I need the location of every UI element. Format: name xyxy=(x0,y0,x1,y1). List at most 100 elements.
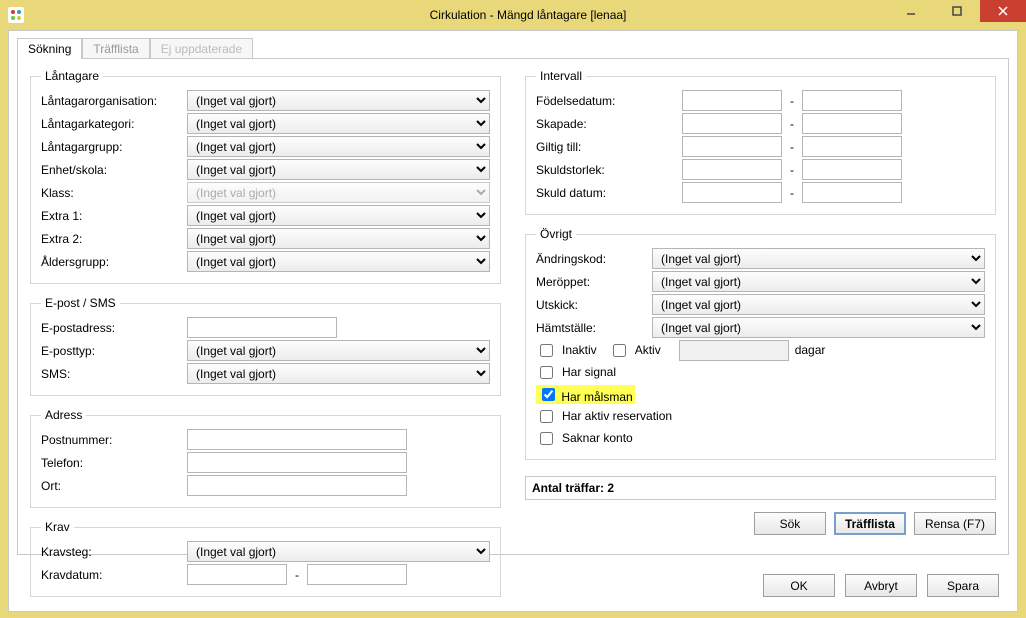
input-skuldstorlek-from[interactable] xyxy=(682,159,782,180)
label-har-malsman: Har målsman xyxy=(561,390,632,404)
checkbox-inaktiv[interactable] xyxy=(540,344,553,357)
group-epost: E-post / SMS E-postadress: E-posttyp:(In… xyxy=(30,296,501,396)
label-klass: Klass: xyxy=(41,186,181,200)
checkbox-har-malsman[interactable] xyxy=(542,388,555,401)
input-kravdatum-to[interactable] xyxy=(307,564,407,585)
label-skapade: Skapade: xyxy=(536,117,676,131)
label-postnr: Postnummer: xyxy=(41,433,181,447)
input-skapade-from[interactable] xyxy=(682,113,782,134)
label-har-aktiv-res: Har aktiv reservation xyxy=(562,409,672,423)
label-har-signal: Har signal xyxy=(562,365,616,379)
input-skuldstorlek-to[interactable] xyxy=(802,159,902,180)
combo-organisation[interactable]: (Inget val gjort) xyxy=(187,90,490,111)
label-utskick: Utskick: xyxy=(536,298,646,312)
input-skulddatum-to[interactable] xyxy=(802,182,902,203)
maximize-button[interactable] xyxy=(934,0,980,22)
label-aktiv: Aktiv xyxy=(635,343,661,357)
input-ort[interactable] xyxy=(187,475,407,496)
window-title: Cirkulation - Mängd låntagare [lenaa] xyxy=(30,8,1026,22)
group-lantagare: Låntagare Låntagarorganisation:(Inget va… xyxy=(30,69,501,284)
input-postnr[interactable] xyxy=(187,429,407,450)
combo-hamtstalle[interactable]: (Inget val gjort) xyxy=(652,317,985,338)
tab-trafflista[interactable]: Träfflista xyxy=(82,38,149,59)
checkbox-har-signal[interactable] xyxy=(540,366,553,379)
combo-sms[interactable]: (Inget val gjort) xyxy=(187,363,490,384)
group-krav: Krav Kravsteg:(Inget val gjort) Kravdatu… xyxy=(30,520,501,597)
dialog-button-row: OK Avbryt Spara xyxy=(763,574,999,597)
combo-grupp[interactable]: (Inget val gjort) xyxy=(187,136,490,157)
tab-strip: Sökning Träfflista Ej uppdaterade xyxy=(9,31,1017,58)
input-skapade-to[interactable] xyxy=(802,113,902,134)
right-column: Intervall Födelsedatum:- Skapade:- Gilti… xyxy=(525,69,996,544)
label-telefon: Telefon: xyxy=(41,456,181,470)
group-ovrigt: Övrigt Ändringskod:(Inget val gjort) Mer… xyxy=(525,227,996,460)
combo-meroppet[interactable]: (Inget val gjort) xyxy=(652,271,985,292)
legend-epost: E-post / SMS xyxy=(41,296,120,310)
result-count: Antal träffar: 2 xyxy=(525,476,996,500)
combo-utskick[interactable]: (Inget val gjort) xyxy=(652,294,985,315)
trafflista-button[interactable]: Träfflista xyxy=(834,512,906,535)
sok-button[interactable]: Sök xyxy=(754,512,826,535)
combo-kategori[interactable]: (Inget val gjort) xyxy=(187,113,490,134)
input-giltig-from[interactable] xyxy=(682,136,782,157)
label-ort: Ort: xyxy=(41,479,181,493)
rensa-button[interactable]: Rensa (F7) xyxy=(914,512,996,535)
ok-button[interactable]: OK xyxy=(763,574,835,597)
tab-page-sokning: Låntagare Låntagarorganisation:(Inget va… xyxy=(17,58,1009,555)
input-epostadress[interactable] xyxy=(187,317,337,338)
checkbox-saknar-konto[interactable] xyxy=(540,432,553,445)
minimize-button[interactable] xyxy=(888,0,934,22)
checkbox-har-aktiv-res[interactable] xyxy=(540,410,553,423)
label-hamtstalle: Hämtställe: xyxy=(536,321,646,335)
label-saknar-konto: Saknar konto xyxy=(562,431,633,445)
label-grupp: Låntagargrupp: xyxy=(41,140,181,154)
legend-krav: Krav xyxy=(41,520,74,534)
combo-kravsteg[interactable]: (Inget val gjort) xyxy=(187,541,490,562)
label-organisation: Låntagarorganisation: xyxy=(41,94,181,108)
label-dagar: dagar xyxy=(795,343,826,357)
label-inaktiv: Inaktiv xyxy=(562,343,597,357)
tab-sokning[interactable]: Sökning xyxy=(17,38,82,59)
input-dagar xyxy=(679,340,789,361)
label-sms: SMS: xyxy=(41,367,181,381)
combo-alder[interactable]: (Inget val gjort) xyxy=(187,251,490,272)
label-fodelsedatum: Födelsedatum: xyxy=(536,94,676,108)
label-enhet: Enhet/skola: xyxy=(41,163,181,177)
label-kravsteg: Kravsteg: xyxy=(41,545,181,559)
input-giltig-to[interactable] xyxy=(802,136,902,157)
combo-eposttyp[interactable]: (Inget val gjort) xyxy=(187,340,490,361)
combo-enhet[interactable]: (Inget val gjort) xyxy=(187,159,490,180)
legend-intervall: Intervall xyxy=(536,69,586,83)
legend-ovrigt: Övrigt xyxy=(536,227,576,241)
spara-button[interactable]: Spara xyxy=(927,574,999,597)
tab-ej-uppdaterade: Ej uppdaterade xyxy=(150,38,253,59)
search-button-row: Sök Träfflista Rensa (F7) xyxy=(525,512,996,535)
combo-extra2[interactable]: (Inget val gjort) xyxy=(187,228,490,249)
combo-andringskod[interactable]: (Inget val gjort) xyxy=(652,248,985,269)
input-fodelsedatum-from[interactable] xyxy=(682,90,782,111)
titlebar: Cirkulation - Mängd låntagare [lenaa] xyxy=(0,0,1026,30)
group-adress: Adress Postnummer: Telefon: Ort: xyxy=(30,408,501,508)
input-kravdatum-from[interactable] xyxy=(187,564,287,585)
close-button[interactable] xyxy=(980,0,1026,22)
label-giltig: Giltig till: xyxy=(536,140,676,154)
checkbox-aktiv[interactable] xyxy=(613,344,626,357)
group-intervall: Intervall Födelsedatum:- Skapade:- Gilti… xyxy=(525,69,996,215)
avbryt-button[interactable]: Avbryt xyxy=(845,574,917,597)
legend-adress: Adress xyxy=(41,408,86,422)
label-andringskod: Ändringskod: xyxy=(536,252,646,266)
left-column: Låntagare Låntagarorganisation:(Inget va… xyxy=(30,69,501,544)
combo-klass: (Inget val gjort) xyxy=(187,182,490,203)
highlight-har-malsman: Har målsman xyxy=(536,385,635,404)
input-fodelsedatum-to[interactable] xyxy=(802,90,902,111)
label-kategori: Låntagarkategori: xyxy=(41,117,181,131)
input-skulddatum-from[interactable] xyxy=(682,182,782,203)
window: Cirkulation - Mängd låntagare [lenaa] Sö… xyxy=(0,0,1026,618)
label-skuldstorlek: Skuldstorlek: xyxy=(536,163,676,177)
label-alder: Åldersgrupp: xyxy=(41,255,181,269)
dash-icon: - xyxy=(293,568,301,582)
label-epostadress: E-postadress: xyxy=(41,321,181,335)
combo-extra1[interactable]: (Inget val gjort) xyxy=(187,205,490,226)
label-extra2: Extra 2: xyxy=(41,232,181,246)
input-telefon[interactable] xyxy=(187,452,407,473)
